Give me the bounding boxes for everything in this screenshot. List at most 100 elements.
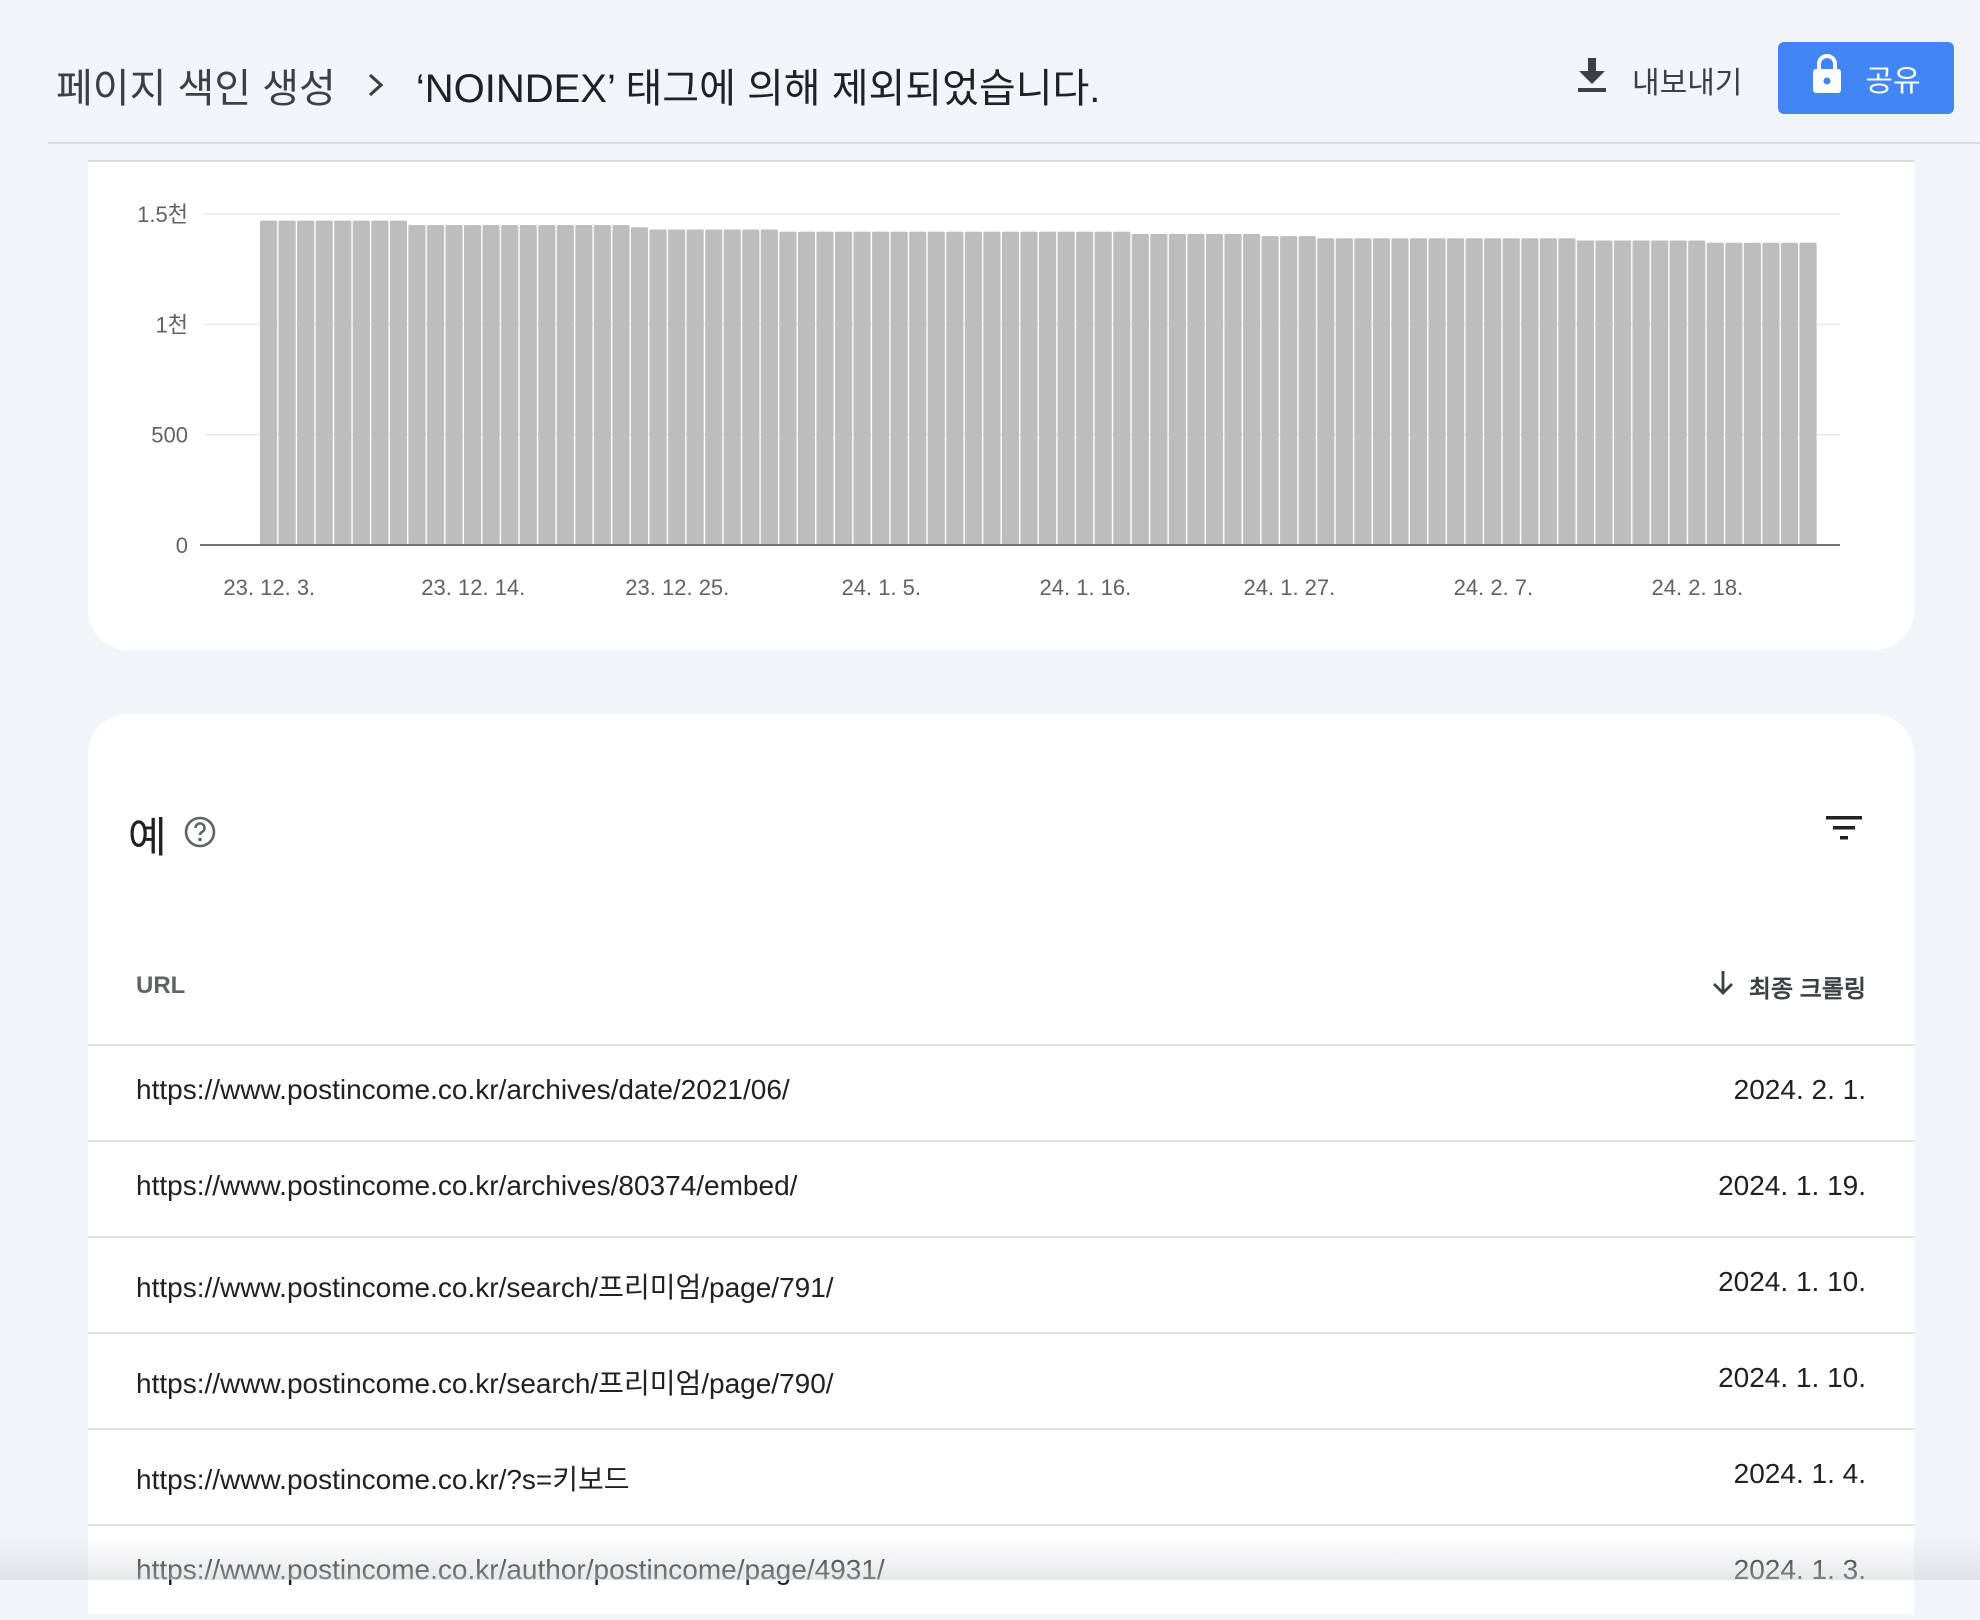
x-tick-label: 24. 1. 5. [842,575,922,600]
chart-bar [946,231,964,545]
chart-bar [1447,238,1465,545]
date-cell: 2024. 1. 3. [1733,1554,1866,1585]
table-row[interactable]: https://www.postincome.co.kr/author/post… [88,1524,1914,1620]
chart-bar [1131,233,1149,546]
chart-bar [872,231,890,545]
chart-bar [315,220,333,545]
chart-bar [909,231,927,545]
y-tick-label: 0 [176,533,188,558]
examples-table-body: https://www.postincome.co.kr/archives/da… [88,1044,1914,1620]
chart-bar [1632,240,1650,545]
chart-bar [1743,242,1761,545]
chart-bar [1688,240,1706,545]
table-row[interactable]: https://www.postincome.co.kr/archives/da… [88,1044,1914,1140]
chart-bar [1150,233,1168,546]
chart-bar [890,231,908,545]
breadcrumb: 페이지 색인 생성 ‘NOINDEX’ 태그에 의해 제외되었습니다. [56,56,1100,114]
url-cell[interactable]: https://www.postincome.co.kr/search/프리미엄… [136,1266,834,1306]
help-icon[interactable] [183,815,217,854]
chart-bar [630,227,649,545]
chart-bar [1354,238,1372,545]
chart-bar [538,225,556,545]
chart-bar [1762,242,1780,545]
chart-bar [1094,231,1112,545]
table-row[interactable]: https://www.postincome.co.kr/archives/80… [88,1140,1914,1236]
chart-bar [816,231,834,545]
examples-card: 예 URL 최종 크롤링 https://www.postincome.co.k… [88,714,1914,1614]
chart-bar [1205,233,1224,546]
chart-bar [779,231,797,545]
chart-bar [983,231,1001,545]
y-tick-label: 1.5천 [137,202,188,227]
chart-bar [668,229,686,545]
chart-bar [705,229,723,545]
chart-bar [1224,233,1242,546]
url-cell[interactable]: https://www.postincome.co.kr/?s=키보드 [136,1458,630,1498]
chart-bar [760,229,778,545]
date-cell: 2024. 2. 1. [1733,1074,1866,1105]
chart-bar [612,225,630,545]
x-tick-label: 24. 2. 7. [1454,575,1534,600]
url-cell[interactable]: https://www.postincome.co.kr/author/post… [136,1554,885,1586]
chart-bar [1484,238,1502,545]
chart-bar [556,225,574,545]
filter-icon [1824,813,1864,848]
url-cell[interactable]: https://www.postincome.co.kr/archives/80… [136,1170,797,1202]
x-tick-label: 23. 12. 3. [223,575,315,600]
chart-bar [297,220,315,545]
chart-card: 0 500 1천 1.5천 23. 12. 3. 23. 12. 14. 23. 12. 2… [88,160,1914,650]
chart-bar [1372,238,1391,545]
date-cell: 2024. 1. 10. [1718,1266,1866,1297]
chart-bar [1465,238,1483,545]
chart-bar [426,225,445,545]
chart-bar [593,225,612,545]
chart-bar [1317,238,1335,545]
share-label: 공유 [1865,65,1921,98]
chart-bar [1669,240,1687,545]
breadcrumb-root[interactable]: 페이지 색인 생성 [56,56,336,114]
examples-header: 예 [128,804,217,865]
x-tick-label: 24. 1. 27. [1244,575,1336,600]
chart-bar [964,231,982,545]
date-cell: 2024. 1. 19. [1718,1170,1866,1201]
date-cell: 2024. 1. 10. [1718,1362,1866,1393]
export-label: 내보내기 [1632,67,1743,100]
x-tick-label: 24. 1. 16. [1040,575,1132,600]
export-button[interactable]: 내보내기 [1576,52,1742,108]
url-cell[interactable]: https://www.postincome.co.kr/search/프리미엄… [136,1362,834,1402]
bar-chart: 0 500 1천 1.5천 23. 12. 3. 23. 12. 14. 23. 12. 2… [88,160,1914,600]
chart-bar [1039,231,1057,545]
chart-bar [464,225,482,545]
table-row[interactable]: https://www.postincome.co.kr/search/프리미엄… [88,1236,1914,1332]
chart-bar [1576,240,1595,545]
x-tick-label: 24. 2. 18. [1652,575,1744,600]
x-tick-label: 23. 12. 25. [625,575,729,600]
table-row[interactable]: https://www.postincome.co.kr/search/프리미엄… [88,1332,1914,1428]
chart-bar [1057,231,1075,545]
share-button[interactable]: 공유 [1778,42,1954,114]
chart-bar [853,231,871,545]
arrow-down-icon [1711,969,1735,1004]
chart-bar [834,231,853,545]
url-cell[interactable]: https://www.postincome.co.kr/archives/da… [136,1074,790,1106]
chart-bar [1261,236,1279,545]
y-tick-label: 1천 [156,312,188,337]
table-row[interactable]: https://www.postincome.co.kr/?s=키보드 2024… [88,1428,1914,1524]
chart-bar [1391,238,1409,545]
chart-bar [501,225,519,545]
chart-bar [352,220,370,545]
breadcrumb-current: ‘NOINDEX’ 태그에 의해 제외되었습니다. [415,67,1101,111]
chart-bar [686,229,704,545]
chart-bar [575,225,593,545]
lock-icon [1811,53,1843,103]
filter-button[interactable] [1816,802,1872,858]
chart-bar [1595,240,1613,545]
column-header-last-crawl[interactable]: 최종 크롤링 [1711,969,1866,1004]
chart-bar [1502,238,1520,545]
chart-bar [1521,238,1539,545]
chart-bar [1613,240,1632,545]
page-header: 페이지 색인 생성 ‘NOINDEX’ 태그에 의해 제외되었습니다. 내보내기 [0,0,1980,144]
column-header-url[interactable]: URL [136,972,185,1000]
chart-bar [1428,238,1446,545]
chart-bar [1187,233,1205,546]
